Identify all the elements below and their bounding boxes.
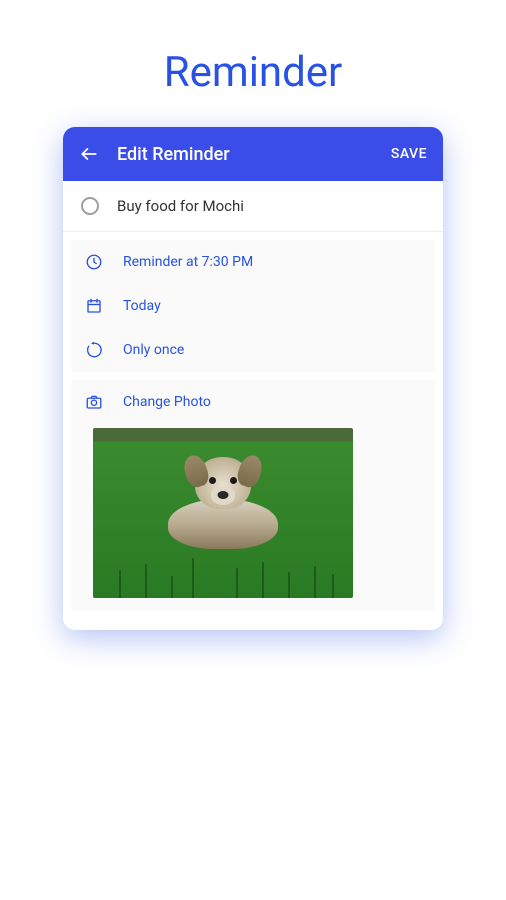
reminder-date-label: Today [123, 298, 161, 314]
reminder-time-label: Reminder at 7:30 PM [123, 254, 253, 270]
reminder-time-row[interactable]: Reminder at 7:30 PM [71, 240, 435, 284]
photo-preview[interactable] [93, 428, 353, 598]
reminder-repeat-row[interactable]: Only once [71, 328, 435, 372]
reminder-date-row[interactable]: Today [71, 284, 435, 328]
task-row: Buy food for Mochi [63, 181, 443, 232]
change-photo-row[interactable]: Change Photo [71, 380, 435, 424]
photo-section: Change Photo [71, 380, 435, 610]
camera-icon [85, 393, 103, 411]
task-checkbox[interactable] [81, 197, 99, 215]
clock-icon [85, 253, 103, 271]
reminder-settings-section: Reminder at 7:30 PM Today Only once [71, 240, 435, 372]
app-header: Edit Reminder SAVE [63, 127, 443, 181]
task-title[interactable]: Buy food for Mochi [117, 197, 244, 215]
header-title: Edit Reminder [117, 144, 373, 165]
calendar-icon [85, 297, 103, 315]
change-photo-label: Change Photo [123, 394, 211, 410]
reminder-card: Edit Reminder SAVE Buy food for Mochi Re… [63, 127, 443, 630]
repeat-icon [85, 341, 103, 359]
reminder-repeat-label: Only once [123, 342, 184, 358]
page-title: Reminder [0, 0, 506, 127]
back-icon[interactable] [79, 144, 99, 164]
save-button[interactable]: SAVE [391, 146, 427, 162]
